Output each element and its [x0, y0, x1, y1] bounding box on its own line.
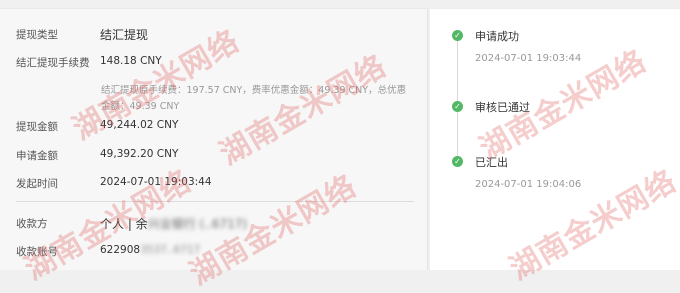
- section-divider: [16, 201, 414, 202]
- withdraw-amount-label: 提现金额: [16, 121, 58, 133]
- timeline-step-title: 申请成功: [475, 30, 519, 43]
- payee-account-visible-text: 622908: [100, 244, 141, 256]
- payee-account-masked-text: 3537..6717: [140, 244, 201, 256]
- withdraw-amount-value: 49,244.02 CNY: [100, 119, 179, 131]
- timeline-step-time: 2024-07-01 19:04:06: [475, 179, 582, 190]
- timeline-step-title: 已汇出: [475, 156, 508, 169]
- apply-amount-value: 49,392.20 CNY: [100, 148, 179, 160]
- withdraw-type-label: 提现类型: [16, 29, 58, 41]
- fee-note-line1: 结汇提现原手续费：197.57 CNY，费率优惠金额：49.39 CNY，总优惠: [101, 85, 407, 96]
- status-timeline-panel: ✓ 申请成功 2024-07-01 19:03:44 ✓ 审核已通过 ✓ 已汇出…: [430, 8, 680, 270]
- fee-label: 结汇提现手续费: [16, 57, 90, 69]
- apply-amount-label: 申请金额: [16, 150, 58, 162]
- payee-value: 个人 | 余兴业银行 (..6717): [100, 215, 247, 232]
- withdraw-type-value: 结汇提现: [100, 28, 149, 42]
- fee-note: 结汇提现原手续费：197.57 CNY，费率优惠金额：49.39 CNY，总优惠…: [101, 83, 411, 115]
- check-circle-icon: ✓: [452, 156, 463, 167]
- fee-note-line2: 金额：49.39 CNY: [101, 101, 180, 112]
- withdrawal-details-panel: 提现类型 结汇提现 结汇提现手续费 148.18 CNY 结汇提现原手续费：19…: [0, 8, 428, 270]
- check-circle-icon: ✓: [452, 30, 463, 41]
- payee-account-label: 收款账号: [16, 246, 58, 258]
- payee-account-value: 6229083537..6717: [100, 244, 200, 256]
- payee-label: 收款方: [16, 218, 48, 230]
- initiated-time-label: 发起时间: [16, 178, 58, 190]
- timeline-step-time: 2024-07-01 19:03:44: [475, 53, 582, 64]
- timeline-step-title: 审核已通过: [475, 101, 530, 114]
- payee-visible-text: 个人 | 余: [100, 217, 148, 231]
- payee-masked-text: 兴业银行 (..6717): [147, 217, 248, 231]
- initiated-time-value: 2024-07-01 19:03:44: [100, 176, 212, 188]
- check-circle-icon: ✓: [452, 101, 463, 112]
- fee-value: 148.18 CNY: [100, 55, 162, 67]
